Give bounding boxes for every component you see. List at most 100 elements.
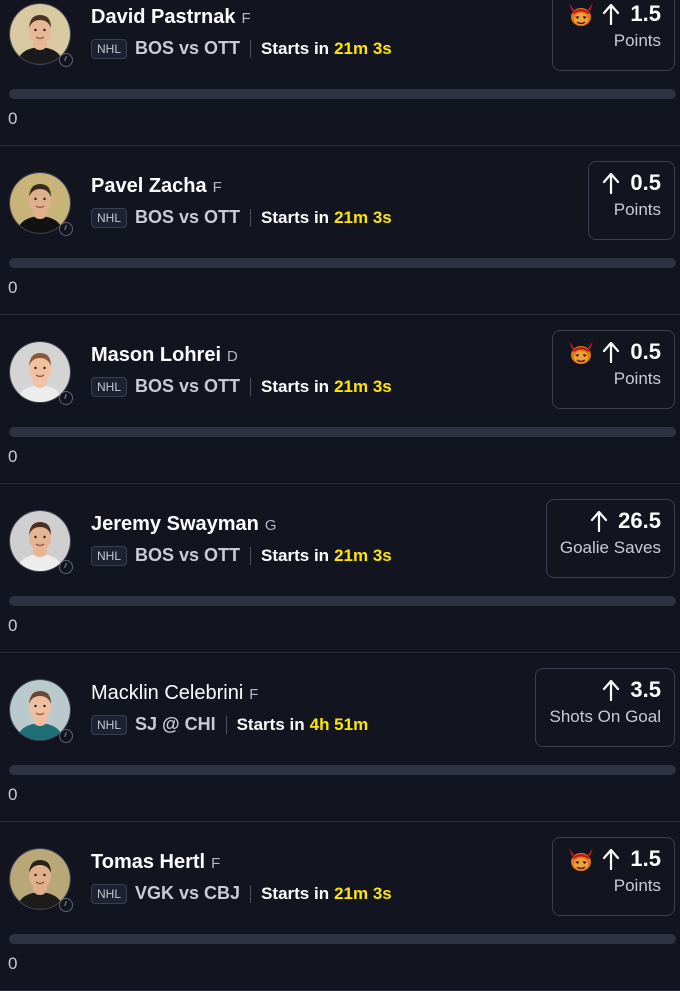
player-name[interactable]: Tomas Hertl	[91, 851, 205, 873]
player-name[interactable]: David Pastrnak	[91, 6, 236, 28]
arrow-up-icon	[591, 510, 608, 532]
line-value: 1.5	[630, 846, 661, 871]
devil-icon	[569, 341, 594, 364]
player-position: D	[227, 348, 238, 365]
player-avatar[interactable]	[9, 3, 73, 67]
matchup: SJ @ CHI	[135, 714, 216, 734]
player-name-row[interactable]: Pavel Zacha F	[91, 175, 222, 198]
player-name-row[interactable]: Tomas Hertl F	[91, 851, 220, 874]
game-info: NHL VGK vs CBJ Starts in 21m 3s	[91, 883, 392, 904]
countdown-timer: 21m 3s	[334, 207, 392, 227]
countdown-timer: 21m 3s	[334, 38, 392, 58]
game-info: NHL SJ @ CHI Starts in 4h 51m	[91, 714, 368, 735]
progress-bar	[9, 258, 676, 268]
starts-label: Starts in	[261, 207, 330, 227]
player-name-row[interactable]: Mason Lohrei D	[91, 344, 238, 367]
prop-line-button[interactable]: 1.5 Points	[552, 837, 675, 916]
player-card[interactable]: Macklin Celebrini F NHL SJ @ CHI Starts i…	[0, 653, 680, 822]
player-position: F	[249, 686, 259, 703]
prop-line-button[interactable]: 3.5 Shots On Goal	[535, 668, 675, 747]
player-name[interactable]: Pavel Zacha	[91, 175, 207, 197]
clock-icon	[59, 898, 73, 912]
player-card[interactable]: Mason Lohrei D NHL BOS vs OTT Starts in 2…	[0, 315, 680, 484]
game-info: NHL BOS vs OTT Starts in 21m 3s	[91, 545, 392, 566]
line-value: 3.5	[630, 677, 661, 702]
league-badge: NHL	[91, 883, 128, 904]
player-card[interactable]: Jeremy Swayman G NHL BOS vs OTT Starts in…	[0, 484, 680, 653]
clock-icon	[59, 391, 73, 405]
progress-value: 0	[8, 616, 18, 635]
divider	[225, 715, 227, 734]
clock-icon	[59, 729, 73, 743]
progress-value: 0	[8, 785, 18, 804]
matchup: VGK vs CBJ	[135, 883, 241, 903]
arrow-up-icon	[603, 848, 620, 870]
divider	[250, 884, 252, 903]
divider	[250, 39, 252, 58]
player-card[interactable]: David Pastrnak F NHL BOS vs OTT Starts in…	[0, 0, 680, 146]
arrow-up-icon	[603, 679, 620, 701]
progress-value: 0	[8, 109, 18, 128]
player-name[interactable]: Macklin Celebrini	[91, 682, 243, 704]
starts-label: Starts in	[261, 883, 330, 903]
arrow-up-icon	[603, 3, 620, 25]
player-avatar[interactable]	[9, 510, 73, 574]
player-position: F	[211, 855, 221, 872]
stat-type: Goalie Saves	[559, 538, 661, 557]
stat-type: Points	[613, 876, 661, 895]
prop-list: David Pastrnak F NHL BOS vs OTT Starts in…	[0, 0, 680, 991]
game-info: NHL BOS vs OTT Starts in 21m 3s	[91, 207, 392, 228]
progress-bar	[9, 596, 676, 606]
starts-label: Starts in	[261, 376, 330, 396]
player-position: F	[212, 179, 222, 196]
line-value: 26.5	[618, 508, 661, 533]
player-avatar[interactable]	[9, 172, 73, 236]
prop-line-button[interactable]: 1.5 Points	[552, 0, 675, 71]
progress-value: 0	[8, 447, 18, 466]
player-name[interactable]: Mason Lohrei	[91, 344, 221, 366]
starts-label: Starts in	[261, 38, 330, 58]
divider	[250, 546, 252, 565]
countdown-timer: 21m 3s	[334, 545, 392, 565]
player-name[interactable]: Jeremy Swayman	[91, 513, 259, 535]
stat-type: Points	[613, 31, 661, 50]
prop-line-button[interactable]: 0.5 Points	[552, 330, 675, 409]
matchup: BOS vs OTT	[135, 376, 241, 396]
game-info: NHL BOS vs OTT Starts in 21m 3s	[91, 376, 392, 397]
player-name-row[interactable]: Jeremy Swayman G	[91, 513, 277, 536]
matchup: BOS vs OTT	[135, 545, 241, 565]
arrow-up-icon	[603, 341, 620, 363]
league-badge: NHL	[91, 545, 128, 566]
player-position: F	[241, 10, 251, 27]
player-card[interactable]: Tomas Hertl F NHL VGK vs CBJ Starts in 21…	[0, 822, 680, 991]
game-info: NHL BOS vs OTT Starts in 21m 3s	[91, 38, 392, 59]
player-name-row[interactable]: David Pastrnak F	[91, 6, 251, 29]
line-value: 1.5	[630, 1, 661, 26]
player-avatar[interactable]	[9, 848, 73, 912]
player-name-row[interactable]: Macklin Celebrini F	[91, 682, 258, 705]
clock-icon	[59, 222, 73, 236]
divider	[250, 208, 252, 227]
countdown-timer: 4h 51m	[309, 714, 369, 734]
devil-icon	[569, 3, 594, 26]
league-badge: NHL	[91, 38, 128, 59]
player-card[interactable]: Pavel Zacha F NHL BOS vs OTT Starts in 21…	[0, 146, 680, 315]
league-badge: NHL	[91, 207, 128, 228]
progress-bar	[9, 427, 676, 437]
league-badge: NHL	[91, 714, 128, 735]
line-value: 0.5	[630, 170, 661, 195]
progress-bar	[9, 89, 676, 99]
starts-label: Starts in	[261, 545, 330, 565]
line-value: 0.5	[630, 339, 661, 364]
player-avatar[interactable]	[9, 341, 73, 405]
matchup: BOS vs OTT	[135, 38, 241, 58]
player-position: G	[264, 517, 277, 534]
matchup: BOS vs OTT	[135, 207, 241, 227]
divider	[250, 377, 252, 396]
prop-line-button[interactable]: 0.5 Points	[588, 161, 675, 240]
starts-label: Starts in	[236, 714, 305, 734]
prop-line-button[interactable]: 26.5 Goalie Saves	[545, 499, 675, 578]
league-badge: NHL	[91, 376, 128, 397]
player-avatar[interactable]	[9, 679, 73, 743]
countdown-timer: 21m 3s	[334, 883, 392, 903]
